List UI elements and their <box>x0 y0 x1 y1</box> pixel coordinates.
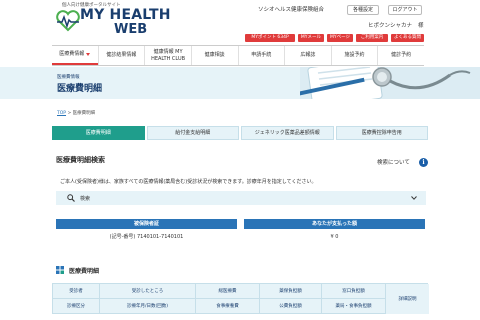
nav-item[interactable]: 申請手続 <box>237 46 285 65</box>
breadcrumb-top-link[interactable]: TOP <box>57 111 66 116</box>
search-toggle-bar[interactable]: 検索 <box>56 191 426 205</box>
insurance-card-header: 被保険者証 <box>56 219 237 229</box>
nav-item[interactable]: 医療費情報 <box>52 46 98 65</box>
nav-item-label: 施設予約 <box>344 52 365 58</box>
search-section-title: 医療費明細検索 <box>56 156 105 164</box>
chevron-down-icon <box>411 196 417 200</box>
breadcrumb-separator: > <box>67 111 72 116</box>
nav-item-label: 広報誌 <box>300 52 316 58</box>
list-grid-icon <box>56 266 64 274</box>
site-header: 個人向け健康ポータルサイト MY HEALTH WEB ソシオヘルス健康保険組合… <box>0 0 480 42</box>
nav-item-label: 健診結果情報 <box>106 52 137 58</box>
page-title: 医療費明細 <box>57 84 103 94</box>
column-meal-cost: 食事療養費 <box>195 299 259 313</box>
user-name: ヒポクンシャカナ <box>368 23 413 29</box>
column-public-paid: 公費負担額 <box>259 299 321 313</box>
site-logo[interactable]: 個人向け健康ポータルサイト MY HEALTH WEB <box>52 2 182 40</box>
search-icon <box>67 194 75 202</box>
column-total-cost: 総医療費 <box>195 284 259 298</box>
breadcrumb-current: 医療費明細 <box>72 111 96 116</box>
my-page-link[interactable]: MYページ <box>327 34 353 42</box>
breadcrumb: TOP > 医療費明細 <box>57 110 95 116</box>
info-icon[interactable]: i <box>419 158 428 167</box>
column-pharmacy-meal-paid: 薬局・食事負担額 <box>321 299 385 313</box>
column-patient: 受診者 <box>53 284 99 298</box>
medical-illustration <box>300 67 480 99</box>
dropdown-caret-icon <box>86 53 91 56</box>
column-window-paid: 窓口負担額 <box>321 284 385 298</box>
column-category: 診療区分 <box>53 299 99 313</box>
sub-tabs: 医療費明細 給付金支給明細 ジェネリック医薬品差額情報 医療費控除申告用 <box>52 126 428 140</box>
my-mail-link[interactable]: MYメール <box>298 34 324 42</box>
faq-link[interactable]: よくある質問 <box>391 34 424 42</box>
nav-item-label: 健康相談 <box>204 52 225 58</box>
logo-text-main: MY HEALTH <box>80 7 171 23</box>
tab-item[interactable]: 医療費控除申告用 <box>335 126 428 140</box>
logout-button[interactable]: ログアウト <box>388 5 422 15</box>
tab-item[interactable]: ジェネリック医薬品差額情報 <box>241 126 334 140</box>
nav-item[interactable]: 健康相談 <box>190 46 238 65</box>
column-detail: 詳細説明 <box>385 284 429 314</box>
nav-item[interactable]: 健康情報 MY HEALTH CLUB <box>144 46 191 65</box>
column-insurer-paid: 薬保負担額 <box>259 284 321 298</box>
paid-amount-value: ¥ 0 <box>330 234 339 240</box>
nav-item-label: 医療費情報 <box>59 51 85 57</box>
my-point-link[interactable]: MYポイント 634P <box>245 34 295 42</box>
main-nav: 医療費情報 健診結果情報 健康情報 MY HEALTH CLUB 健康相談 申請手続 広報… <box>52 45 424 66</box>
heart-logo-icon <box>56 10 80 32</box>
search-label: 検索 <box>80 196 91 202</box>
page-banner: 医療費情報 医療費明細 <box>0 67 480 99</box>
list-section-title: 医療費明細 <box>69 268 100 275</box>
nav-item[interactable]: 健診予約 <box>377 46 424 65</box>
settings-button[interactable]: 各種設定 <box>347 5 379 15</box>
column-visit-date: 診療年月/日数(回数) <box>99 299 195 313</box>
banner-subtitle: 医療費情報 <box>57 75 80 80</box>
user-name-suffix: 様 <box>418 23 424 29</box>
nav-item[interactable]: 広報誌 <box>284 46 331 65</box>
insurance-card-value: (記号-番号) 7140101-7140101 <box>109 234 184 240</box>
logo-text-sub: WEB <box>114 22 148 37</box>
nav-item-label: 申請手続 <box>251 52 272 58</box>
search-help-link[interactable]: 検索について <box>377 158 410 166</box>
nav-item-label: 健診予約 <box>391 52 412 58</box>
nav-item-label: 健康情報 MY HEALTH CLUB <box>151 48 186 62</box>
search-notice: ご本人(受保険者)様は、家族すべての医療情報(薬局含む)受診状況が検索できます。… <box>60 179 317 185</box>
table-header-row: 診療区分 診療年月/日数(回数) 食事療養費 公費負担額 薬局・食事負担額 <box>53 299 427 314</box>
usage-guide-link[interactable]: ご利用案内 <box>356 34 388 42</box>
column-facility: 受診したところ <box>99 284 195 298</box>
table-header-row: 受診者 受診したところ 総医療費 薬保負担額 窓口負担額 <box>53 284 427 299</box>
nav-item[interactable]: 施設予約 <box>330 46 378 65</box>
paid-amount-header: あなたが支払った額 <box>244 219 425 229</box>
tab-item[interactable]: 医療費明細 <box>52 126 145 140</box>
nav-item[interactable]: 健診結果情報 <box>97 46 145 65</box>
medical-expense-table-header: 受診者 受診したところ 総医療費 薬保負担額 窓口負担額 診療区分 診療年月/日… <box>52 283 429 314</box>
org-name: ソシオヘルス健康保険組合 <box>258 7 325 13</box>
tab-item[interactable]: 給付金支給明細 <box>146 126 239 140</box>
